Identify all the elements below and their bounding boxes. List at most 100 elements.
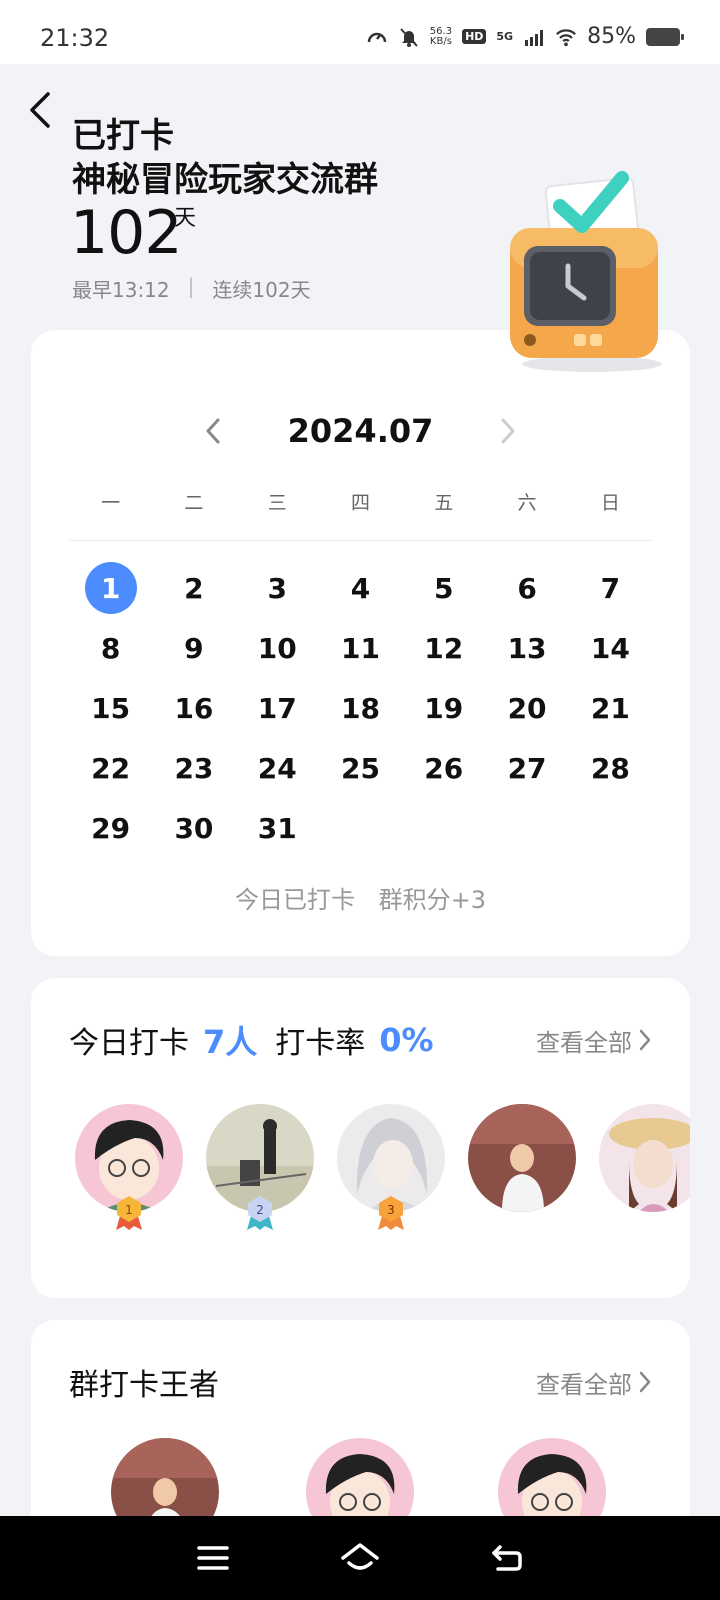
- checkin-avatars: 1 2 3: [75, 1104, 690, 1234]
- menu-icon: [197, 1546, 230, 1570]
- network-5g-label: 5G: [496, 30, 514, 43]
- calendar-day-number: 9: [184, 631, 204, 665]
- calendar-day-number: 29: [91, 811, 131, 845]
- divider: [69, 540, 652, 541]
- calendar-day-number: 13: [507, 631, 547, 665]
- wifi-icon: [555, 26, 577, 48]
- calendar-day-number: 24: [257, 751, 297, 785]
- checkin-summary: 最早13:12 | 连续102天: [72, 274, 311, 303]
- bell-muted-icon: [398, 26, 420, 48]
- calendar-day-number: 23: [174, 751, 214, 785]
- net-speed-value: 56.3: [429, 25, 453, 37]
- calendar-day-number: 25: [341, 751, 380, 785]
- month-label: 2024.07: [287, 412, 434, 450]
- calendar-day[interactable]: 12: [402, 622, 485, 674]
- calendar-day[interactable]: 28: [569, 742, 652, 794]
- calendar-day-number: 28: [590, 751, 630, 785]
- back-button[interactable]: [22, 84, 62, 134]
- status-icons: 56.3 KB/s HD 5G 85%: [366, 24, 684, 49]
- avatar[interactable]: [599, 1104, 690, 1212]
- battery-percent: 85%: [587, 24, 636, 49]
- back-nav-button[interactable]: [483, 1534, 531, 1582]
- calendar-day[interactable]: 2: [152, 562, 235, 614]
- calendar-day[interactable]: 24: [236, 742, 319, 794]
- calendar-day[interactable]: 18: [319, 682, 402, 734]
- weekday-label: 四: [350, 492, 370, 514]
- earliest-time: 最早13:12: [72, 278, 170, 302]
- battery-icon: [646, 27, 684, 46]
- menu-button[interactable]: [189, 1534, 237, 1582]
- calendar-day[interactable]: 31: [236, 802, 319, 854]
- checkin-status-title: 已打卡: [72, 116, 174, 156]
- calendar-day[interactable]: 30: [152, 802, 235, 854]
- checkin-king-label: 群打卡王者: [69, 1368, 219, 1403]
- calendar-day[interactable]: 15: [69, 682, 152, 734]
- home-button[interactable]: [336, 1534, 384, 1582]
- calendar-day[interactable]: 6: [485, 562, 568, 614]
- calendar-day[interactable]: 27: [485, 742, 568, 794]
- weekday-label: 一: [101, 492, 121, 514]
- back-arrow-icon: [30, 92, 50, 128]
- calendar-day[interactable]: 4: [319, 562, 402, 614]
- medal-rank: 2: [256, 1203, 264, 1217]
- calendar-day[interactable]: 23: [152, 742, 235, 794]
- system-nav-bar: [0, 1516, 720, 1600]
- calendar-day[interactable]: 5: [402, 562, 485, 614]
- checkin-rate-label: 打卡率: [275, 1026, 366, 1061]
- home-icon: [341, 1543, 379, 1570]
- checkin-king-header: 群打卡王者 查看全部: [69, 1360, 652, 1404]
- checkin-result: 今日已打卡 群积分+3: [31, 880, 690, 915]
- calendar-day[interactable]: 16: [152, 682, 235, 734]
- view-all-label: 查看全部: [536, 1370, 632, 1399]
- calendar-day[interactable]: 21: [569, 682, 652, 734]
- net-speed-unit: KB/s: [429, 35, 452, 47]
- status-time: 21:32: [40, 24, 110, 52]
- calendar-day-number: 2: [184, 571, 204, 605]
- calendar-day-number: 10: [257, 631, 297, 665]
- calendar-day[interactable]: 22: [69, 742, 152, 794]
- calendar-day-number: 11: [341, 631, 380, 665]
- calendar-day[interactable]: 14: [569, 622, 652, 674]
- view-all-button[interactable]: 查看全部: [536, 1023, 652, 1058]
- days-count: 102: [70, 198, 183, 268]
- speedometer-icon: [366, 26, 388, 48]
- hd-badge: HD: [462, 29, 487, 44]
- days-unit: 天: [174, 206, 197, 231]
- view-all-button[interactable]: 查看全部: [536, 1365, 652, 1400]
- calendar-day[interactable]: 13: [485, 622, 568, 674]
- calendar-day[interactable]: 19: [402, 682, 485, 734]
- calendar-day[interactable]: 29: [69, 802, 152, 854]
- calendar-day[interactable]: 17: [236, 682, 319, 734]
- calendar-day[interactable]: 26: [402, 742, 485, 794]
- calendar-day[interactable]: 10: [236, 622, 319, 674]
- checkin-rate-value: 0%: [379, 1021, 434, 1059]
- calendar-day[interactable]: 1: [69, 562, 152, 614]
- calendar-days: 1 2 3 4 5 6 7 8 9 10 11 12 13 14 15 16 17 18 19 20 21 22 23 24 2…: [69, 562, 652, 854]
- streak-days: 连续102天: [212, 278, 311, 302]
- chevron-right-icon: [501, 418, 515, 444]
- calendar-day-number: 8: [100, 631, 121, 665]
- calendar-day[interactable]: 9: [152, 622, 235, 674]
- calendar-day[interactable]: 3: [236, 562, 319, 614]
- calendar-day[interactable]: 7: [569, 562, 652, 614]
- chevron-left-icon: [206, 418, 220, 444]
- today-checkin-card: 今日打卡 7人 打卡率 0% 查看全部 1 2 3: [31, 978, 690, 1298]
- calendar-day-number: 17: [257, 691, 297, 725]
- calendar-day-number: 12: [424, 631, 464, 665]
- next-month-button[interactable]: [493, 416, 523, 446]
- calendar-day[interactable]: 8: [69, 622, 152, 674]
- prev-month-button[interactable]: [198, 416, 228, 446]
- view-all-label: 查看全部: [536, 1028, 632, 1057]
- calendar-day-number: 18: [341, 691, 380, 725]
- calendar-day-number: 7: [600, 571, 621, 605]
- today-checkin-label: 今日打卡: [69, 1026, 189, 1061]
- calendar-day[interactable]: 25: [319, 742, 402, 794]
- calendar-day-number: 14: [590, 631, 630, 665]
- weekday-label: 三: [267, 492, 287, 514]
- weekday-label: 六: [517, 492, 537, 514]
- avatar[interactable]: [468, 1104, 576, 1212]
- net-speed: 56.3 KB/s: [429, 25, 453, 47]
- calendar-day[interactable]: 11: [319, 622, 402, 674]
- calendar-day-number: 16: [174, 691, 214, 725]
- calendar-day[interactable]: 20: [485, 682, 568, 734]
